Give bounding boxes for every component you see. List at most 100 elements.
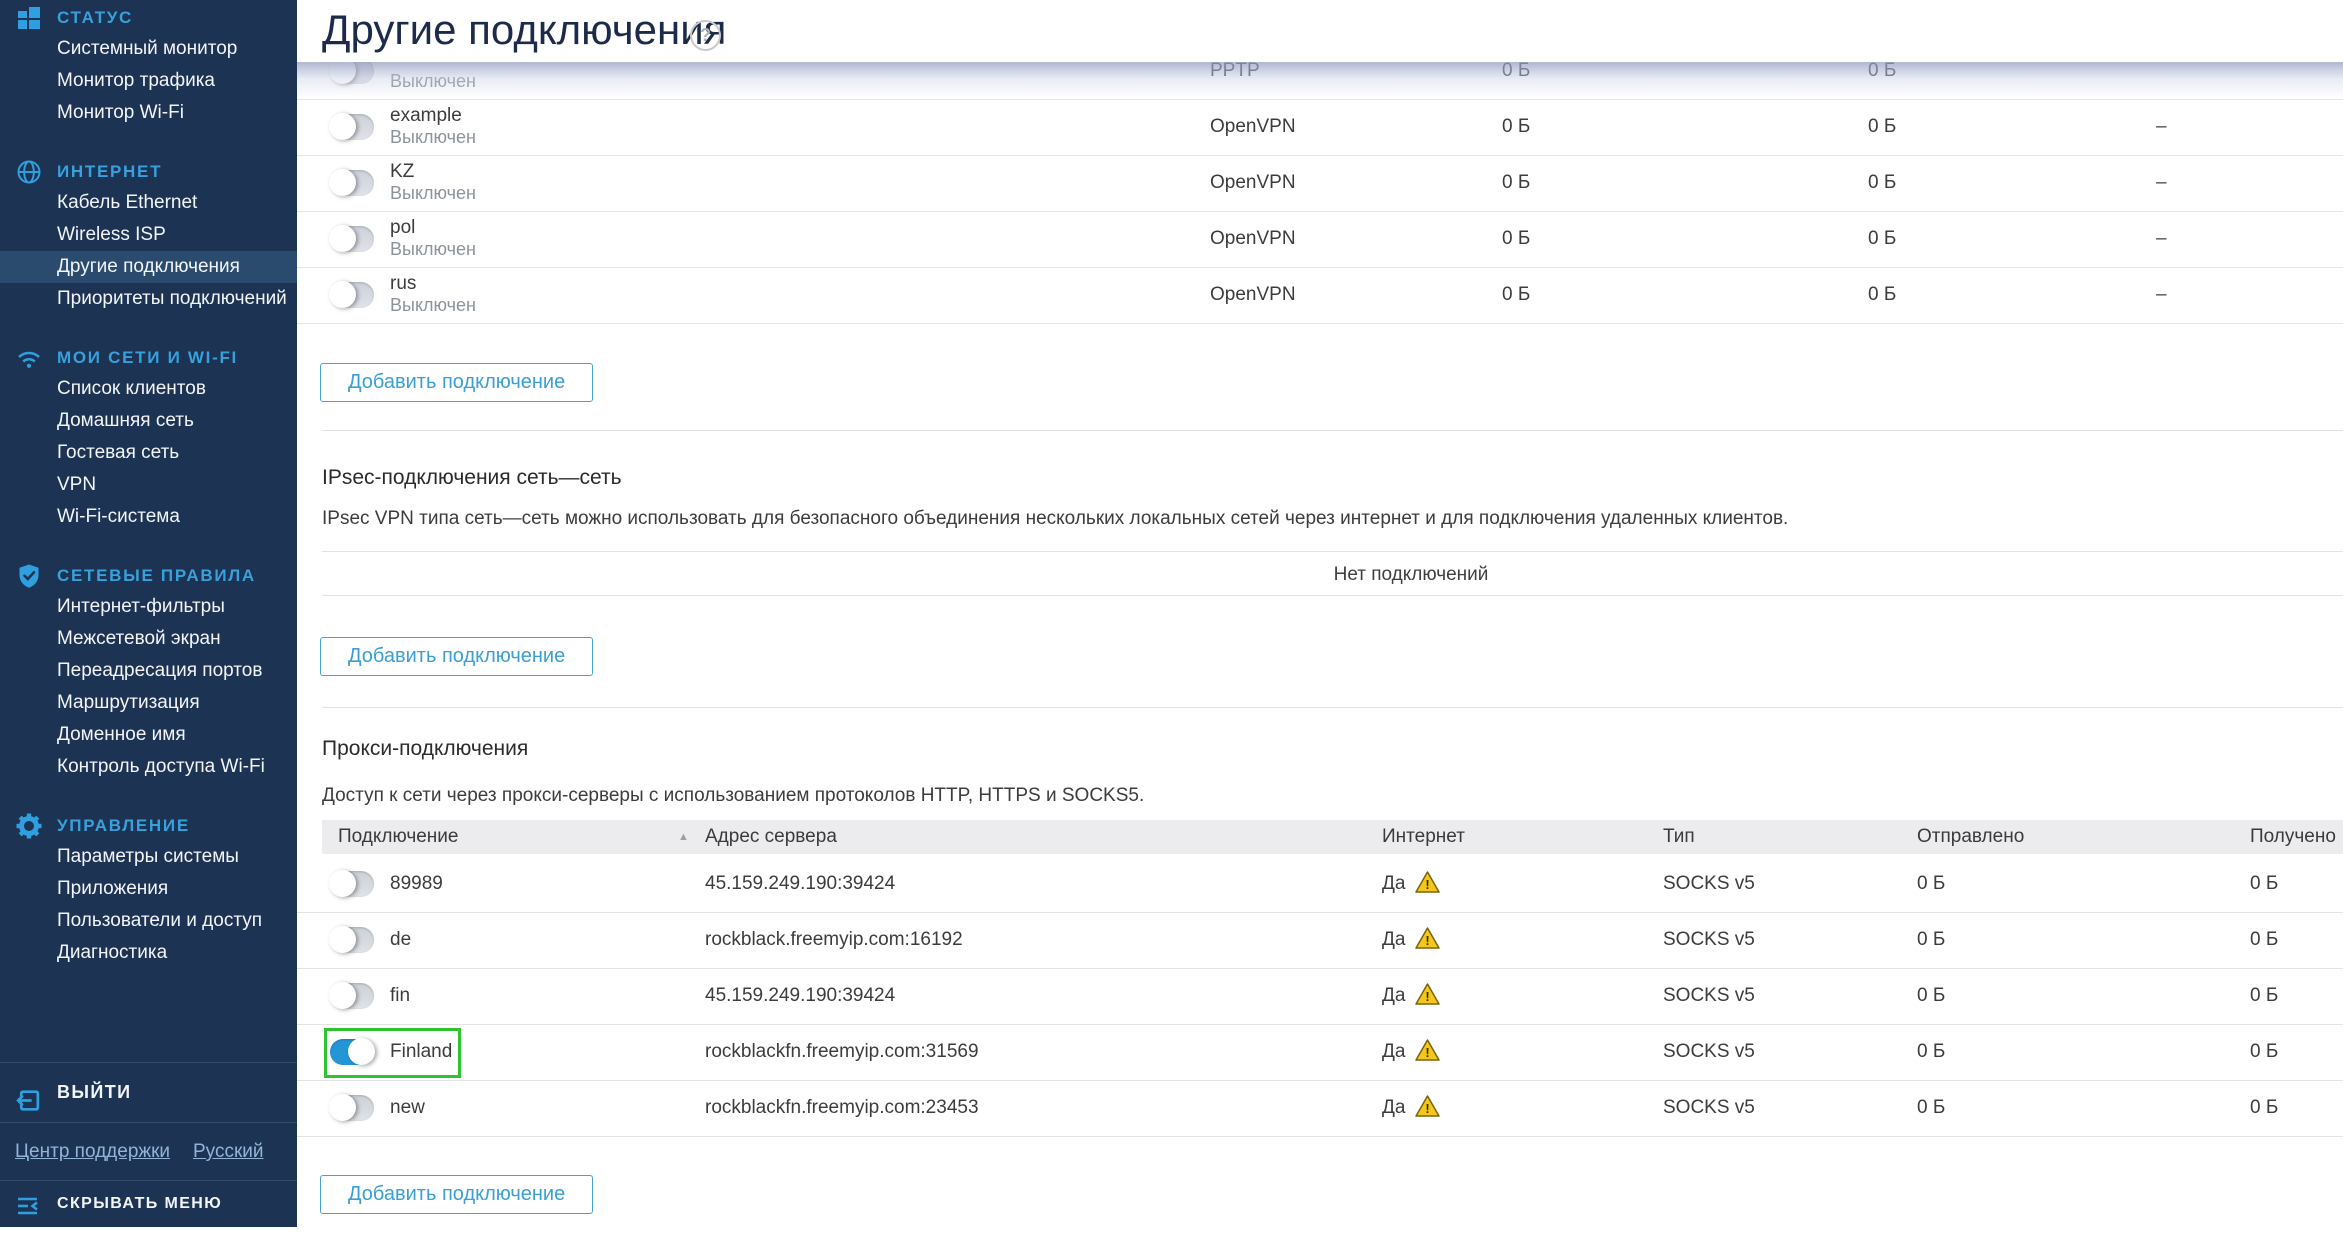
shield-icon bbox=[16, 563, 42, 589]
connection-toggle[interactable] bbox=[330, 1039, 374, 1065]
proxy-connection-row: newrockblackfn.freemyip.com:23453Да!SOCK… bbox=[297, 1080, 2343, 1137]
sidebar-section: МОИ СЕТИ И WI-FIСписок клиентовДомашняя … bbox=[0, 343, 297, 533]
connection-toggle[interactable] bbox=[330, 114, 374, 140]
proxy-internet-status: Да bbox=[1382, 873, 1405, 895]
proxy-column-header[interactable]: Получено bbox=[2250, 820, 2336, 854]
proxy-type: SOCKS v5 bbox=[1663, 873, 1755, 895]
ipsec-section-description: IPsec VPN типа сеть—сеть можно использов… bbox=[322, 508, 1788, 530]
section-divider bbox=[322, 430, 2343, 431]
sidebar-section-label: ИНТЕРНЕТ bbox=[57, 162, 162, 181]
sidebar-item[interactable]: Параметры системы bbox=[0, 841, 297, 873]
sidebar-item[interactable]: Гостевая сеть bbox=[0, 437, 297, 469]
add-ipsec-connection-button[interactable]: Добавить подключение bbox=[320, 637, 593, 676]
sidebar-section: УПРАВЛЕНИЕ Параметры системыПриложенияПол… bbox=[0, 811, 297, 969]
sidebar-item[interactable]: Доменное имя bbox=[0, 719, 297, 751]
hide-menu-button[interactable]: СКРЫВАТЬ МЕНЮ bbox=[0, 1181, 297, 1227]
sidebar-item[interactable]: Wireless ISP bbox=[0, 219, 297, 251]
language-link[interactable]: Русский bbox=[193, 1123, 264, 1180]
add-connection-button[interactable]: Добавить подключение bbox=[320, 363, 593, 402]
page-title: Другие подключения bbox=[322, 0, 726, 60]
toggle-knob bbox=[329, 982, 356, 1009]
warning-icon[interactable]: ! bbox=[1414, 870, 1441, 894]
sidebar-item[interactable]: Маршрутизация bbox=[0, 687, 297, 719]
sidebar-item[interactable]: Контроль доступа Wi-Fi bbox=[0, 751, 297, 783]
sidebar-section-title: УПРАВЛЕНИЕ bbox=[0, 811, 297, 841]
connection-toggle[interactable] bbox=[330, 983, 374, 1009]
page-header: Другие подключения ? bbox=[297, 0, 2343, 62]
proxy-internet-status: Да bbox=[1382, 929, 1405, 951]
proxy-column-header[interactable]: Адрес сервера bbox=[705, 820, 837, 854]
proxy-connection-row: 8998945.159.249.190:39424Да!SOCKS v50 Б0… bbox=[297, 856, 2343, 913]
connection-received: 0 Б bbox=[1868, 228, 1896, 250]
connection-toggle[interactable] bbox=[330, 927, 374, 953]
sidebar-section-title: СТАТУС bbox=[0, 3, 297, 33]
proxy-sent: 0 Б bbox=[1917, 1097, 1945, 1119]
toggle-knob bbox=[329, 225, 356, 252]
sidebar-item[interactable]: Диагностика bbox=[0, 937, 297, 969]
svg-text:!: ! bbox=[1425, 1101, 1429, 1116]
help-icon[interactable]: ? bbox=[690, 20, 721, 51]
warning-icon[interactable]: ! bbox=[1414, 1094, 1441, 1118]
connection-status: Выключен bbox=[390, 239, 476, 260]
proxy-table-header: Подключение Адрес сервера Интернет Тип Отпра… bbox=[322, 820, 2343, 854]
sidebar-item[interactable]: VPN bbox=[0, 469, 297, 501]
connection-toggle[interactable] bbox=[330, 226, 374, 252]
connection-name: example bbox=[390, 105, 462, 127]
sidebar-item[interactable]: Приоритеты подключений bbox=[0, 283, 297, 315]
warning-icon[interactable]: ! bbox=[1414, 982, 1441, 1006]
sidebar-item[interactable]: Приложения bbox=[0, 873, 297, 905]
sidebar-item[interactable]: Системный монитор bbox=[0, 33, 297, 65]
other-connection-row: polВыключенOpenVPN0 Б0 Б– bbox=[297, 211, 2343, 268]
sidebar-item[interactable]: Список клиентов bbox=[0, 373, 297, 405]
sidebar-section-label: УПРАВЛЕНИЕ bbox=[57, 816, 190, 835]
sidebar-item[interactable]: Монитор Wi-Fi bbox=[0, 97, 297, 129]
sidebar-item[interactable]: Переадресация портов bbox=[0, 655, 297, 687]
add-proxy-connection-button[interactable]: Добавить подключение bbox=[320, 1175, 593, 1214]
other-connection-row: exampleВыключенOpenVPN0 Б0 Б– bbox=[297, 99, 2343, 156]
proxy-type: SOCKS v5 bbox=[1663, 1041, 1755, 1063]
sidebar-item[interactable]: Wi-Fi-система bbox=[0, 501, 297, 533]
toggle-knob bbox=[329, 1094, 356, 1121]
connection-toggle[interactable] bbox=[330, 282, 374, 308]
hide-menu-icon bbox=[15, 1192, 41, 1218]
proxy-column-header[interactable]: Отправлено bbox=[1917, 820, 2024, 854]
sidebar-item[interactable]: Пользователи и доступ bbox=[0, 905, 297, 937]
sidebar-item[interactable]: Межсетевой экран bbox=[0, 623, 297, 655]
wifi-icon bbox=[16, 345, 42, 371]
proxy-connection-row: Finlandrockblackfn.freemyip.com:31569Да!… bbox=[297, 1024, 2343, 1081]
connection-status: Выключен bbox=[390, 295, 476, 316]
proxy-column-header[interactable]: Интернет bbox=[1382, 820, 1465, 854]
sort-ascending-icon: ▲ bbox=[678, 820, 689, 854]
sidebar-section: СЕТЕВЫЕ ПРАВИЛАИнтернет-фильтрыМежсетево… bbox=[0, 561, 297, 783]
toggle-knob bbox=[329, 169, 356, 196]
ipsec-empty-table: Нет подключений bbox=[322, 551, 2343, 596]
sidebar-section-title: СЕТЕВЫЕ ПРАВИЛА bbox=[0, 561, 297, 591]
support-center-link[interactable]: Центр поддержки bbox=[15, 1123, 170, 1180]
proxy-section-description: Доступ к сети через прокси-серверы с исп… bbox=[322, 785, 1144, 807]
connection-status: Выключен bbox=[390, 183, 476, 204]
connection-toggle[interactable] bbox=[330, 170, 374, 196]
proxy-column-header[interactable]: Тип bbox=[1663, 820, 1695, 854]
proxy-column-header[interactable]: Подключение bbox=[338, 820, 458, 854]
warning-icon[interactable]: ! bbox=[1414, 1038, 1441, 1062]
connection-type: OpenVPN bbox=[1210, 172, 1296, 194]
sidebar-section: ИНТЕРНЕТ Кабель EthernetWireless ISPДруги… bbox=[0, 157, 297, 315]
connection-received: 0 Б bbox=[1868, 284, 1896, 306]
connection-toggle[interactable] bbox=[330, 1095, 374, 1121]
sidebar-item[interactable]: Другие подключения bbox=[0, 251, 297, 283]
connection-type: PPTP bbox=[1210, 60, 1260, 82]
logout-button[interactable]: ВЫЙТИ bbox=[0, 1063, 297, 1122]
proxy-sent: 0 Б bbox=[1917, 873, 1945, 895]
connection-toggle[interactable] bbox=[330, 871, 374, 897]
main-content: Другие подключения ? Выключен PPTP 0 Б 0 Б e… bbox=[297, 0, 2343, 1227]
connection-type: OpenVPN bbox=[1210, 228, 1296, 250]
sidebar-item[interactable]: Интернет-фильтры bbox=[0, 591, 297, 623]
connection-status: Выключен bbox=[390, 71, 476, 92]
sidebar-item[interactable]: Домашняя сеть bbox=[0, 405, 297, 437]
other-connection-row: KZВыключенOpenVPN0 Б0 Б– bbox=[297, 155, 2343, 212]
warning-icon[interactable]: ! bbox=[1414, 926, 1441, 950]
sidebar-item[interactable]: Монитор трафика bbox=[0, 65, 297, 97]
globe-icon bbox=[16, 159, 42, 185]
proxy-internet-status: Да bbox=[1382, 1041, 1405, 1063]
sidebar-item[interactable]: Кабель Ethernet bbox=[0, 187, 297, 219]
